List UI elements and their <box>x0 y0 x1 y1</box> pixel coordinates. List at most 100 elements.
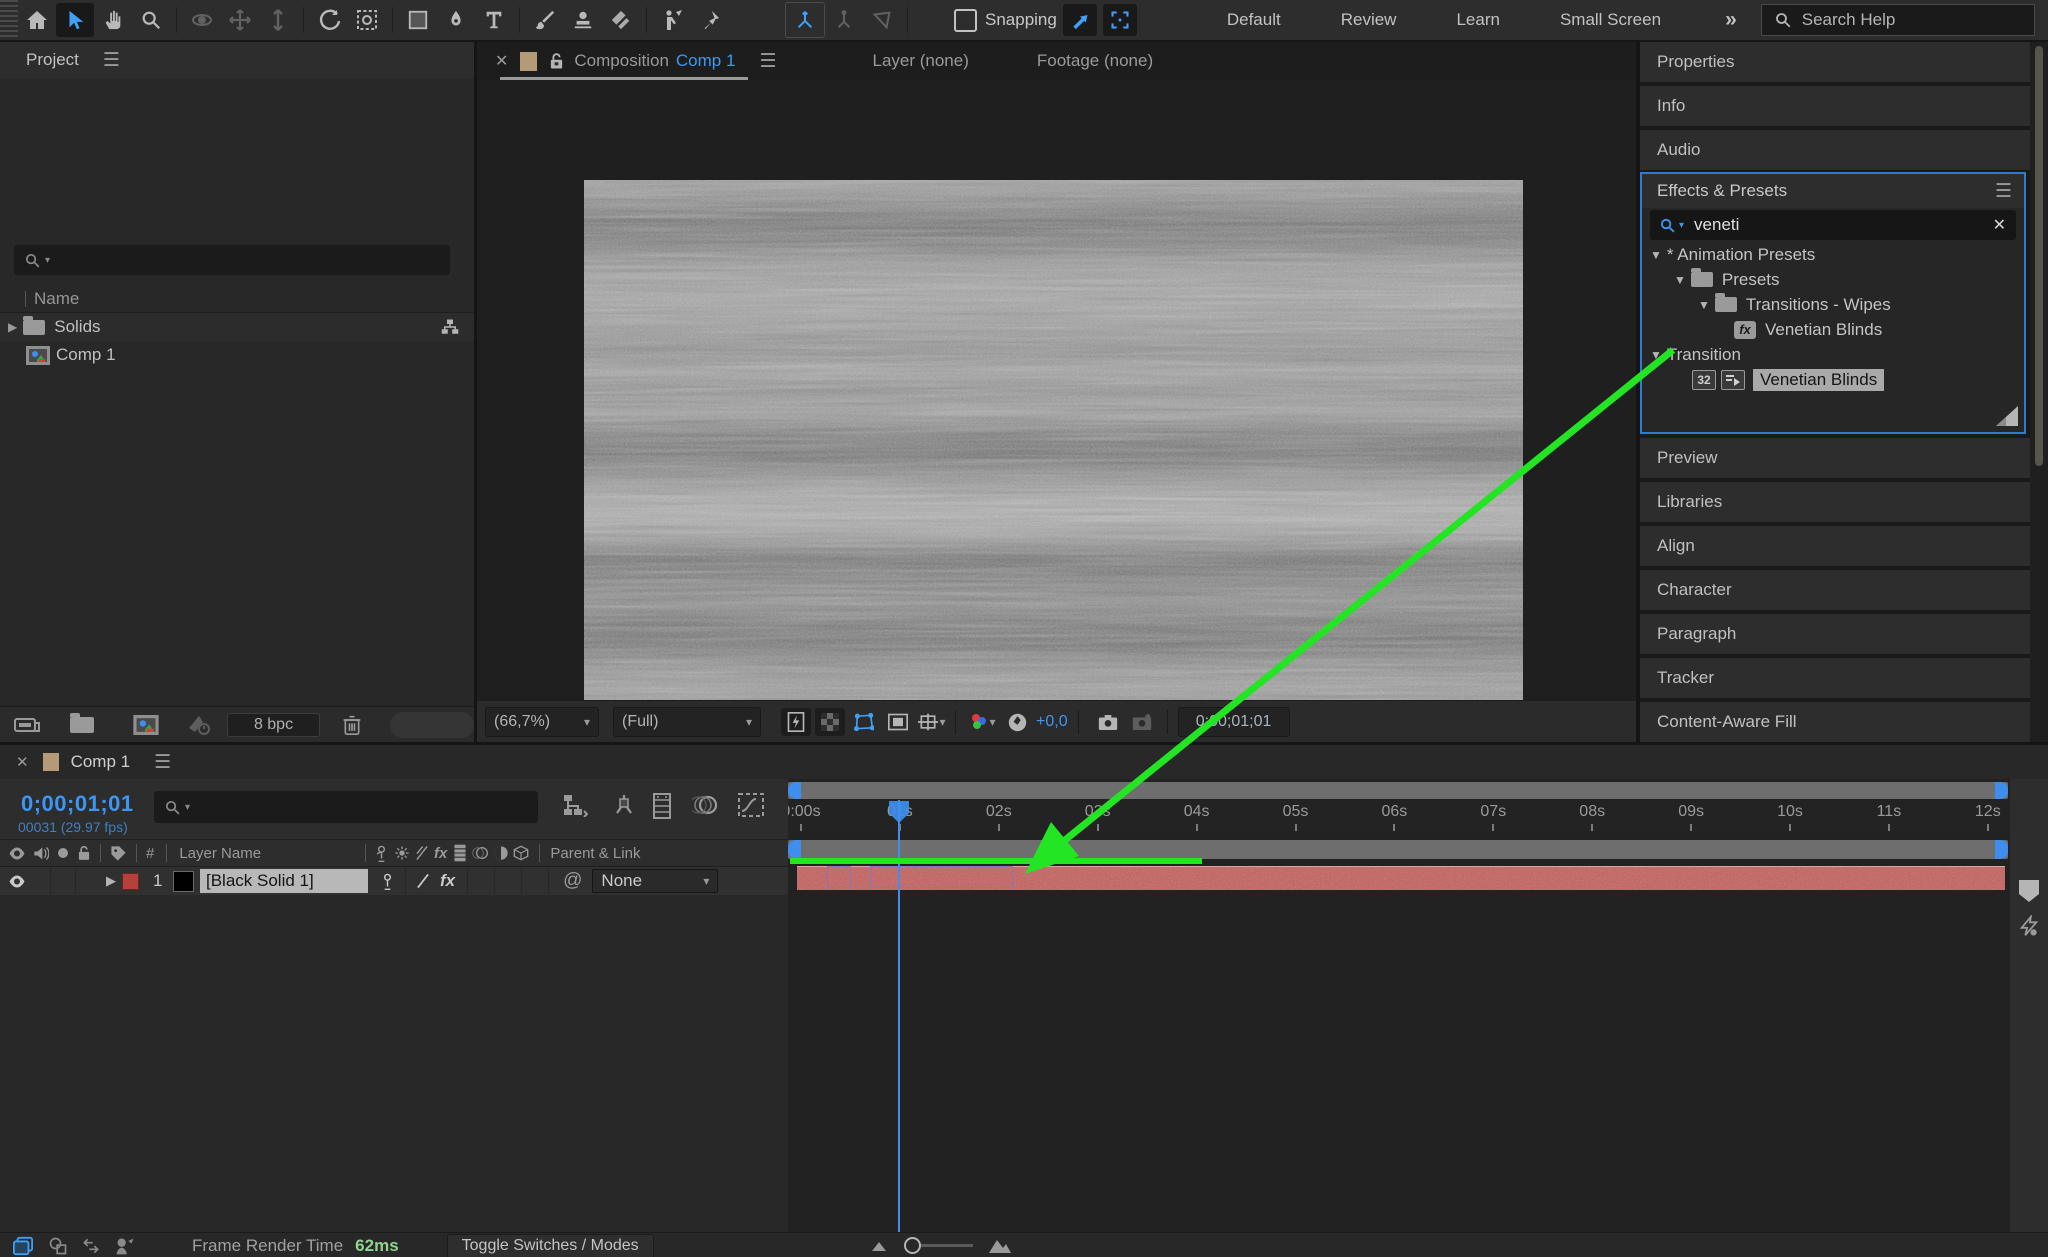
chevron-down-icon[interactable]: ▼ <box>1650 248 1662 262</box>
composition-preview-image[interactable] <box>584 180 1523 708</box>
composition-tab-label[interactable]: Composition <box>574 51 669 71</box>
effects-presets-header[interactable]: Effects & Presets ☰ <box>1642 174 2024 208</box>
panel-resize-corner-icon[interactable] <box>1996 406 2018 426</box>
frame-blend-icon[interactable] <box>652 793 672 819</box>
motion-blur-column-icon[interactable] <box>471 845 489 861</box>
playhead-line[interactable] <box>898 800 900 1232</box>
roto-brush-tool[interactable] <box>653 3 691 37</box>
panel-header-audio[interactable]: Audio <box>1640 130 2030 170</box>
orbit-camera-tool[interactable] <box>183 3 221 37</box>
render-queue-icon[interactable] <box>114 1236 136 1256</box>
selected-effect-name[interactable]: Venetian Blinds <box>1753 368 1885 391</box>
rotation-tool[interactable] <box>310 3 348 37</box>
draft-3d-icon[interactable] <box>612 793 636 817</box>
zoom-out-mountain-icon[interactable] <box>871 1240 886 1251</box>
effects-search-field[interactable]: ▾ veneti ✕ <box>1650 210 2016 240</box>
tree-item-venetian-blinds-effect[interactable]: 32 Venetian Blinds <box>1642 367 2024 392</box>
solo-column-icon[interactable] <box>58 848 68 858</box>
fast-previews-icon[interactable] <box>781 708 811 736</box>
zoom-in-mountain-icon[interactable] <box>988 1238 1011 1253</box>
project-search-field[interactable]: ▾ <box>14 245 450 275</box>
layer-tab[interactable]: Layer (none) <box>872 51 968 71</box>
transparency-grid-icon[interactable] <box>815 708 845 736</box>
composition-tab-comp-name[interactable]: Comp 1 <box>676 51 736 71</box>
project-settings-icon[interactable] <box>185 714 211 736</box>
panel-menu-icon[interactable]: ☰ <box>1995 180 2012 203</box>
type-tool[interactable] <box>475 3 513 37</box>
clear-search-icon[interactable]: ✕ <box>1993 215 2006 235</box>
flowchart-icon[interactable] <box>440 318 460 336</box>
label-column-icon[interactable] <box>110 845 127 862</box>
choose-grid-guides-icon[interactable]: ▾ <box>917 708 947 736</box>
timeline-tab-label[interactable]: Comp 1 <box>71 752 131 772</box>
footage-tab[interactable]: Footage (none) <box>1037 51 1153 71</box>
pan-camera-tool[interactable] <box>221 3 259 37</box>
chevron-down-icon[interactable]: ▼ <box>1674 273 1686 287</box>
selection-tool[interactable] <box>56 3 94 37</box>
local-axis-mode-icon[interactable] <box>785 2 825 38</box>
workspace-tab-default[interactable]: Default <box>1197 10 1311 30</box>
audio-column-icon[interactable] <box>33 846 49 861</box>
layer-expand-chevron[interactable]: ▶ <box>106 873 116 889</box>
close-tab-icon[interactable]: ✕ <box>16 753 29 771</box>
panel-menu-icon[interactable]: ☰ <box>103 49 120 72</box>
interpret-footage-icon[interactable] <box>14 715 40 735</box>
panel-menu-icon[interactable]: ☰ <box>759 50 776 73</box>
layer-row-black-solid-1[interactable]: ▶ 1 [Black Solid 1] fx @ None ▾ <box>0 867 788 895</box>
lock-column-icon[interactable] <box>77 845 91 861</box>
panel-header-preview[interactable]: Preview <box>1640 438 2030 478</box>
delete-icon[interactable] <box>342 714 362 736</box>
panel-header-align[interactable]: Align <box>1640 526 2030 566</box>
clone-stamp-tool[interactable] <box>564 3 602 37</box>
panel-header-properties[interactable]: Properties <box>1640 42 2030 82</box>
scrollbar-right-cap[interactable] <box>1995 782 2008 799</box>
rectangle-tool[interactable] <box>399 3 437 37</box>
workspace-tab-learn[interactable]: Learn <box>1426 10 1529 30</box>
hand-tool[interactable] <box>94 3 132 37</box>
pick-whip-icon[interactable]: @ <box>563 870 582 892</box>
layer-quality-toggle[interactable] <box>416 873 430 889</box>
composition-view-area[interactable] <box>477 80 1636 708</box>
region-of-interest-icon[interactable] <box>883 708 913 736</box>
comp-mini-flowchart-icon[interactable] <box>562 793 588 817</box>
search-help-field[interactable]: Search Help <box>1760 4 2035 36</box>
timeline-zoom-track[interactable] <box>920 1244 973 1247</box>
tree-folder-transitions-wipes[interactable]: ▼ Transitions - Wipes <box>1642 292 2024 317</box>
snapping-checkbox[interactable] <box>954 8 977 32</box>
pen-tool[interactable] <box>437 3 475 37</box>
search-options-caret-icon[interactable]: ▾ <box>1679 220 1684 231</box>
snap-bounds-icon[interactable] <box>1102 4 1137 36</box>
graph-editor-icon[interactable] <box>738 793 764 817</box>
project-bpc-button[interactable]: 8 bpc <box>226 713 321 737</box>
puppet-pin-tool[interactable] <box>691 3 729 37</box>
video-column-icon[interactable] <box>8 847 26 860</box>
exposure-value[interactable]: +0,0 <box>1036 713 1068 731</box>
tree-group-animation-presets[interactable]: ▼ * Animation Presets <box>1642 242 2024 267</box>
motion-blur-icon[interactable] <box>692 793 718 817</box>
timeline-horizontal-scrollbar[interactable] <box>788 782 2008 799</box>
magnification-dropdown[interactable]: (66,7%) ▾ <box>485 707 599 737</box>
collapse-transformations-column-icon[interactable] <box>394 845 410 861</box>
search-options-caret-icon[interactable]: ▾ <box>45 255 50 266</box>
panel-header-content-aware-fill[interactable]: Content-Aware Fill <box>1640 702 2030 742</box>
layer-label-color[interactable] <box>122 872 139 890</box>
new-composition-icon[interactable] <box>133 715 159 735</box>
shy-column-icon[interactable] <box>374 845 389 862</box>
panel-header-tracker[interactable]: Tracker <box>1640 658 2030 698</box>
exchange-icon[interactable] <box>82 1236 100 1256</box>
right-panel-scrollbar[interactable] <box>2032 42 2046 742</box>
expand-chevron-icon[interactable]: ▶ <box>8 320 17 334</box>
layer-video-toggle[interactable] <box>8 875 26 888</box>
workspace-overflow-icon[interactable]: » <box>1725 8 1737 32</box>
scrollbar-left-cap[interactable] <box>788 782 801 799</box>
in-out-icon[interactable] <box>48 1236 68 1256</box>
exposure-icon[interactable] <box>1002 708 1032 736</box>
zoom-tool[interactable] <box>132 3 170 37</box>
workspace-tab-small-screen[interactable]: Small Screen <box>1530 10 1691 30</box>
tree-group-transition[interactable]: ▼ Transition <box>1642 342 2024 367</box>
world-axis-mode-icon[interactable] <box>825 3 863 37</box>
panel-header-paragraph[interactable]: Paragraph <box>1640 614 2030 654</box>
panel-menu-icon[interactable]: ☰ <box>154 751 171 774</box>
project-name-column-header[interactable]: Name <box>0 286 474 313</box>
work-area-start-handle[interactable] <box>788 840 801 859</box>
